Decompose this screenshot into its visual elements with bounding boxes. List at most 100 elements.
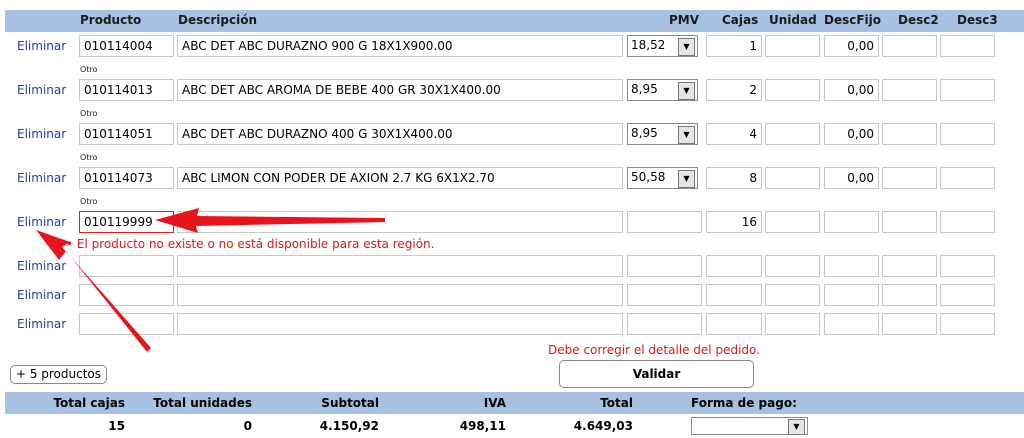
cajas-input[interactable]	[706, 284, 762, 306]
unidad-input[interactable]	[765, 211, 820, 233]
row-error-message: • El producto no existe o no está dispon…	[66, 237, 435, 251]
forma-pago-label: Forma de pago:	[691, 396, 797, 410]
desc2-input[interactable]	[882, 167, 937, 189]
pmv-select[interactable]: 18,52 ▼	[627, 35, 698, 57]
product-description	[177, 211, 623, 233]
pmv-value: 50,58	[631, 170, 666, 184]
product-code-input[interactable]	[79, 284, 174, 306]
desc2-input[interactable]	[882, 211, 937, 233]
cajas-input[interactable]: 4	[706, 123, 762, 145]
product-code-input[interactable]: 010119999	[79, 211, 174, 233]
descfijo-input[interactable]: 0,00	[824, 79, 879, 101]
product-description: ABC LIMON CON PODER DE AXION 2.7 KG 6X1X…	[177, 167, 623, 189]
product-description	[177, 255, 623, 277]
desc3-input[interactable]	[940, 255, 995, 277]
desc3-input[interactable]	[940, 313, 995, 335]
unidad-input[interactable]	[765, 255, 820, 277]
pmv-value: 8,95	[631, 82, 658, 96]
product-description: ABC DET ABC DURAZNO 400 G 30X1X400.00	[177, 123, 623, 145]
total-unidades-label: Total unidades	[153, 396, 252, 410]
descfijo-input[interactable]	[824, 284, 879, 306]
cajas-input[interactable]: 16	[706, 211, 762, 233]
descfijo-input[interactable]	[824, 211, 879, 233]
detail-error-message: Debe corregir el detalle del pedido.	[548, 343, 760, 357]
validate-button[interactable]: Validar	[559, 360, 754, 388]
cajas-input[interactable]	[706, 313, 762, 335]
pmv-value: 18,52	[631, 38, 666, 52]
subtotal-label: Subtotal	[321, 396, 379, 410]
header-pmv: PMV	[669, 13, 700, 27]
product-code-input[interactable]: 010114004	[79, 35, 174, 57]
desc2-input[interactable]	[882, 255, 937, 277]
total-cajas-label: Total cajas	[53, 396, 125, 410]
product-code-input[interactable]	[79, 313, 174, 335]
desc3-input[interactable]	[940, 79, 995, 101]
unidad-input[interactable]	[765, 167, 820, 189]
pmv-input[interactable]	[627, 211, 702, 233]
delete-link[interactable]: Eliminar	[17, 171, 66, 185]
header-cajas: Cajas	[722, 13, 759, 27]
desc3-input[interactable]	[940, 167, 995, 189]
header-descfijo: DescFijo	[824, 13, 882, 27]
cajas-input[interactable]: 1	[706, 35, 762, 57]
forma-pago-select[interactable]: ▼	[691, 417, 808, 435]
desc3-input[interactable]	[940, 123, 995, 145]
delete-link[interactable]: Eliminar	[17, 215, 66, 229]
header-producto: Producto	[80, 13, 142, 27]
chevron-down-icon: ▼	[678, 38, 695, 56]
cajas-input[interactable]: 8	[706, 167, 762, 189]
desc3-input[interactable]	[940, 211, 995, 233]
unidad-input[interactable]	[765, 284, 820, 306]
pmv-value: 8,95	[631, 126, 658, 140]
descfijo-input[interactable]	[824, 313, 879, 335]
cajas-input[interactable]: 2	[706, 79, 762, 101]
product-code-input[interactable]: 010114051	[79, 123, 174, 145]
total-cajas-value: 15	[108, 419, 125, 433]
descfijo-input[interactable]: 0,00	[824, 35, 879, 57]
descfijo-input[interactable]: 0,00	[824, 167, 879, 189]
cajas-input[interactable]	[706, 255, 762, 277]
total-value: 4.649,03	[573, 419, 633, 433]
header-desc2: Desc2	[898, 13, 939, 27]
pmv-select[interactable]: 50,58 ▼	[627, 167, 698, 189]
product-code-input[interactable]: 010114013	[79, 79, 174, 101]
desc2-input[interactable]	[882, 35, 937, 57]
pmv-input[interactable]	[627, 255, 702, 277]
delete-link[interactable]: Eliminar	[17, 259, 66, 273]
iva-value: 498,11	[459, 419, 506, 433]
iva-label: IVA	[483, 396, 506, 410]
desc3-input[interactable]	[940, 35, 995, 57]
chevron-down-icon: ▼	[678, 170, 695, 188]
desc2-input[interactable]	[882, 123, 937, 145]
descfijo-input[interactable]: 0,00	[824, 123, 879, 145]
desc3-input[interactable]	[940, 284, 995, 306]
unidad-input[interactable]	[765, 123, 820, 145]
delete-link[interactable]: Eliminar	[17, 288, 66, 302]
unidad-input[interactable]	[765, 79, 820, 101]
delete-link[interactable]: Eliminar	[17, 39, 66, 53]
pmv-select[interactable]: 8,95 ▼	[627, 123, 698, 145]
header-descripcion: Descripción	[178, 13, 257, 27]
unidad-input[interactable]	[765, 35, 820, 57]
otro-label: Otro	[80, 65, 98, 74]
desc2-input[interactable]	[882, 79, 937, 101]
product-code-input[interactable]: 010114073	[79, 167, 174, 189]
chevron-down-icon: ▼	[678, 82, 695, 100]
desc2-input[interactable]	[882, 284, 937, 306]
delete-link[interactable]: Eliminar	[17, 83, 66, 97]
descfijo-input[interactable]	[824, 255, 879, 277]
otro-label: Otro	[80, 197, 98, 206]
unidad-input[interactable]	[765, 313, 820, 335]
chevron-down-icon: ▼	[788, 419, 805, 435]
pmv-select[interactable]: 8,95 ▼	[627, 79, 698, 101]
delete-link[interactable]: Eliminar	[17, 127, 66, 141]
chevron-down-icon: ▼	[678, 126, 695, 144]
pmv-input[interactable]	[627, 284, 702, 306]
desc2-input[interactable]	[882, 313, 937, 335]
delete-link[interactable]: Eliminar	[17, 317, 66, 331]
add-products-button[interactable]: + 5 productos	[10, 365, 107, 384]
pmv-input[interactable]	[627, 313, 702, 335]
product-code-input[interactable]	[79, 255, 174, 277]
product-description	[177, 284, 623, 306]
header-desc3: Desc3	[957, 13, 998, 27]
